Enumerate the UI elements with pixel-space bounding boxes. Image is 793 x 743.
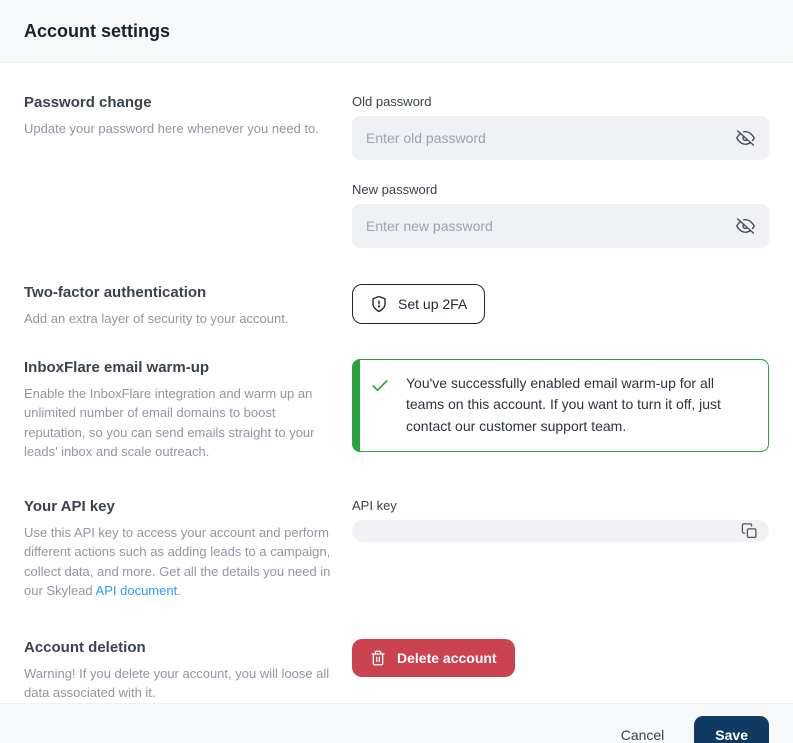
old-password-group: Old password xyxy=(352,94,769,160)
password-change-section: Password change Update your password her… xyxy=(24,94,769,248)
api-key-title: Your API key xyxy=(24,498,340,515)
two-factor-title: Two-factor authentication xyxy=(24,284,340,301)
setup-2fa-button[interactable]: Set up 2FA xyxy=(352,284,485,324)
new-password-input[interactable] xyxy=(352,204,769,248)
two-factor-section: Two-factor authentication Add an extra l… xyxy=(24,284,769,329)
account-settings-page: Account settings Password change Update … xyxy=(0,0,793,743)
password-section-title: Password change xyxy=(24,94,340,111)
trash-icon xyxy=(370,650,386,666)
two-factor-description: Add an extra layer of security to your a… xyxy=(24,309,340,329)
email-warmup-info: InboxFlare email warm-up Enable the Inbo… xyxy=(24,359,340,462)
old-password-label: Old password xyxy=(352,94,769,109)
email-warmup-description: Enable the InboxFlare integration and wa… xyxy=(24,384,340,462)
save-button[interactable]: Save xyxy=(694,716,769,743)
api-key-field-area: API key xyxy=(352,498,769,601)
warmup-success-alert: You've successfully enabled email warm-u… xyxy=(352,359,769,452)
two-factor-action: Set up 2FA xyxy=(352,284,769,329)
email-warmup-title: InboxFlare email warm-up xyxy=(24,359,340,376)
shield-icon xyxy=(370,295,388,313)
password-section-info: Password change Update your password her… xyxy=(24,94,340,248)
setup-2fa-button-label: Set up 2FA xyxy=(398,296,467,312)
account-deletion-title: Account deletion xyxy=(24,639,340,656)
account-deletion-warning: Warning! If you delete your account, you… xyxy=(24,664,340,703)
api-key-field-label: API key xyxy=(352,498,769,513)
copy-api-key-button[interactable] xyxy=(739,520,760,541)
two-factor-info: Two-factor authentication Add an extra l… xyxy=(24,284,340,329)
api-key-section: Your API key Use this API key to access … xyxy=(24,498,769,601)
account-deletion-info: Account deletion Warning! If you delete … xyxy=(24,639,340,703)
password-section-description: Update your password here whenever you n… xyxy=(24,119,340,139)
api-key-info: Your API key Use this API key to access … xyxy=(24,498,340,601)
page-title: Account settings xyxy=(24,21,170,42)
old-password-input[interactable] xyxy=(352,116,769,160)
new-password-group: New password xyxy=(352,182,769,248)
api-key-input-wrap xyxy=(352,520,769,542)
page-header: Account settings xyxy=(0,0,793,63)
page-footer: Cancel Save xyxy=(0,703,793,743)
old-password-visibility-toggle[interactable] xyxy=(734,127,757,150)
check-icon xyxy=(370,376,390,438)
eye-off-icon xyxy=(736,217,755,236)
email-warmup-status: You've successfully enabled email warm-u… xyxy=(352,359,769,462)
api-key-input[interactable] xyxy=(352,520,769,542)
delete-account-button-label: Delete account xyxy=(397,650,497,666)
eye-off-icon xyxy=(736,129,755,148)
warmup-success-message: You've successfully enabled email warm-u… xyxy=(406,373,750,438)
new-password-visibility-toggle[interactable] xyxy=(734,215,757,238)
account-deletion-section: Account deletion Warning! If you delete … xyxy=(24,639,769,703)
email-warmup-section: InboxFlare email warm-up Enable the Inbo… xyxy=(24,359,769,462)
settings-content: Password change Update your password her… xyxy=(0,63,793,703)
api-key-description-period: . xyxy=(177,583,181,598)
delete-account-button[interactable]: Delete account xyxy=(352,639,515,677)
new-password-label: New password xyxy=(352,182,769,197)
new-password-input-wrap xyxy=(352,204,769,248)
copy-icon xyxy=(741,522,758,539)
api-key-description: Use this API key to access your account … xyxy=(24,523,340,601)
account-deletion-action: Delete account xyxy=(352,639,769,703)
cancel-button[interactable]: Cancel xyxy=(619,721,667,743)
old-password-input-wrap xyxy=(352,116,769,160)
api-document-link[interactable]: API document xyxy=(96,583,178,598)
password-fields: Old password New password xyxy=(352,94,769,248)
